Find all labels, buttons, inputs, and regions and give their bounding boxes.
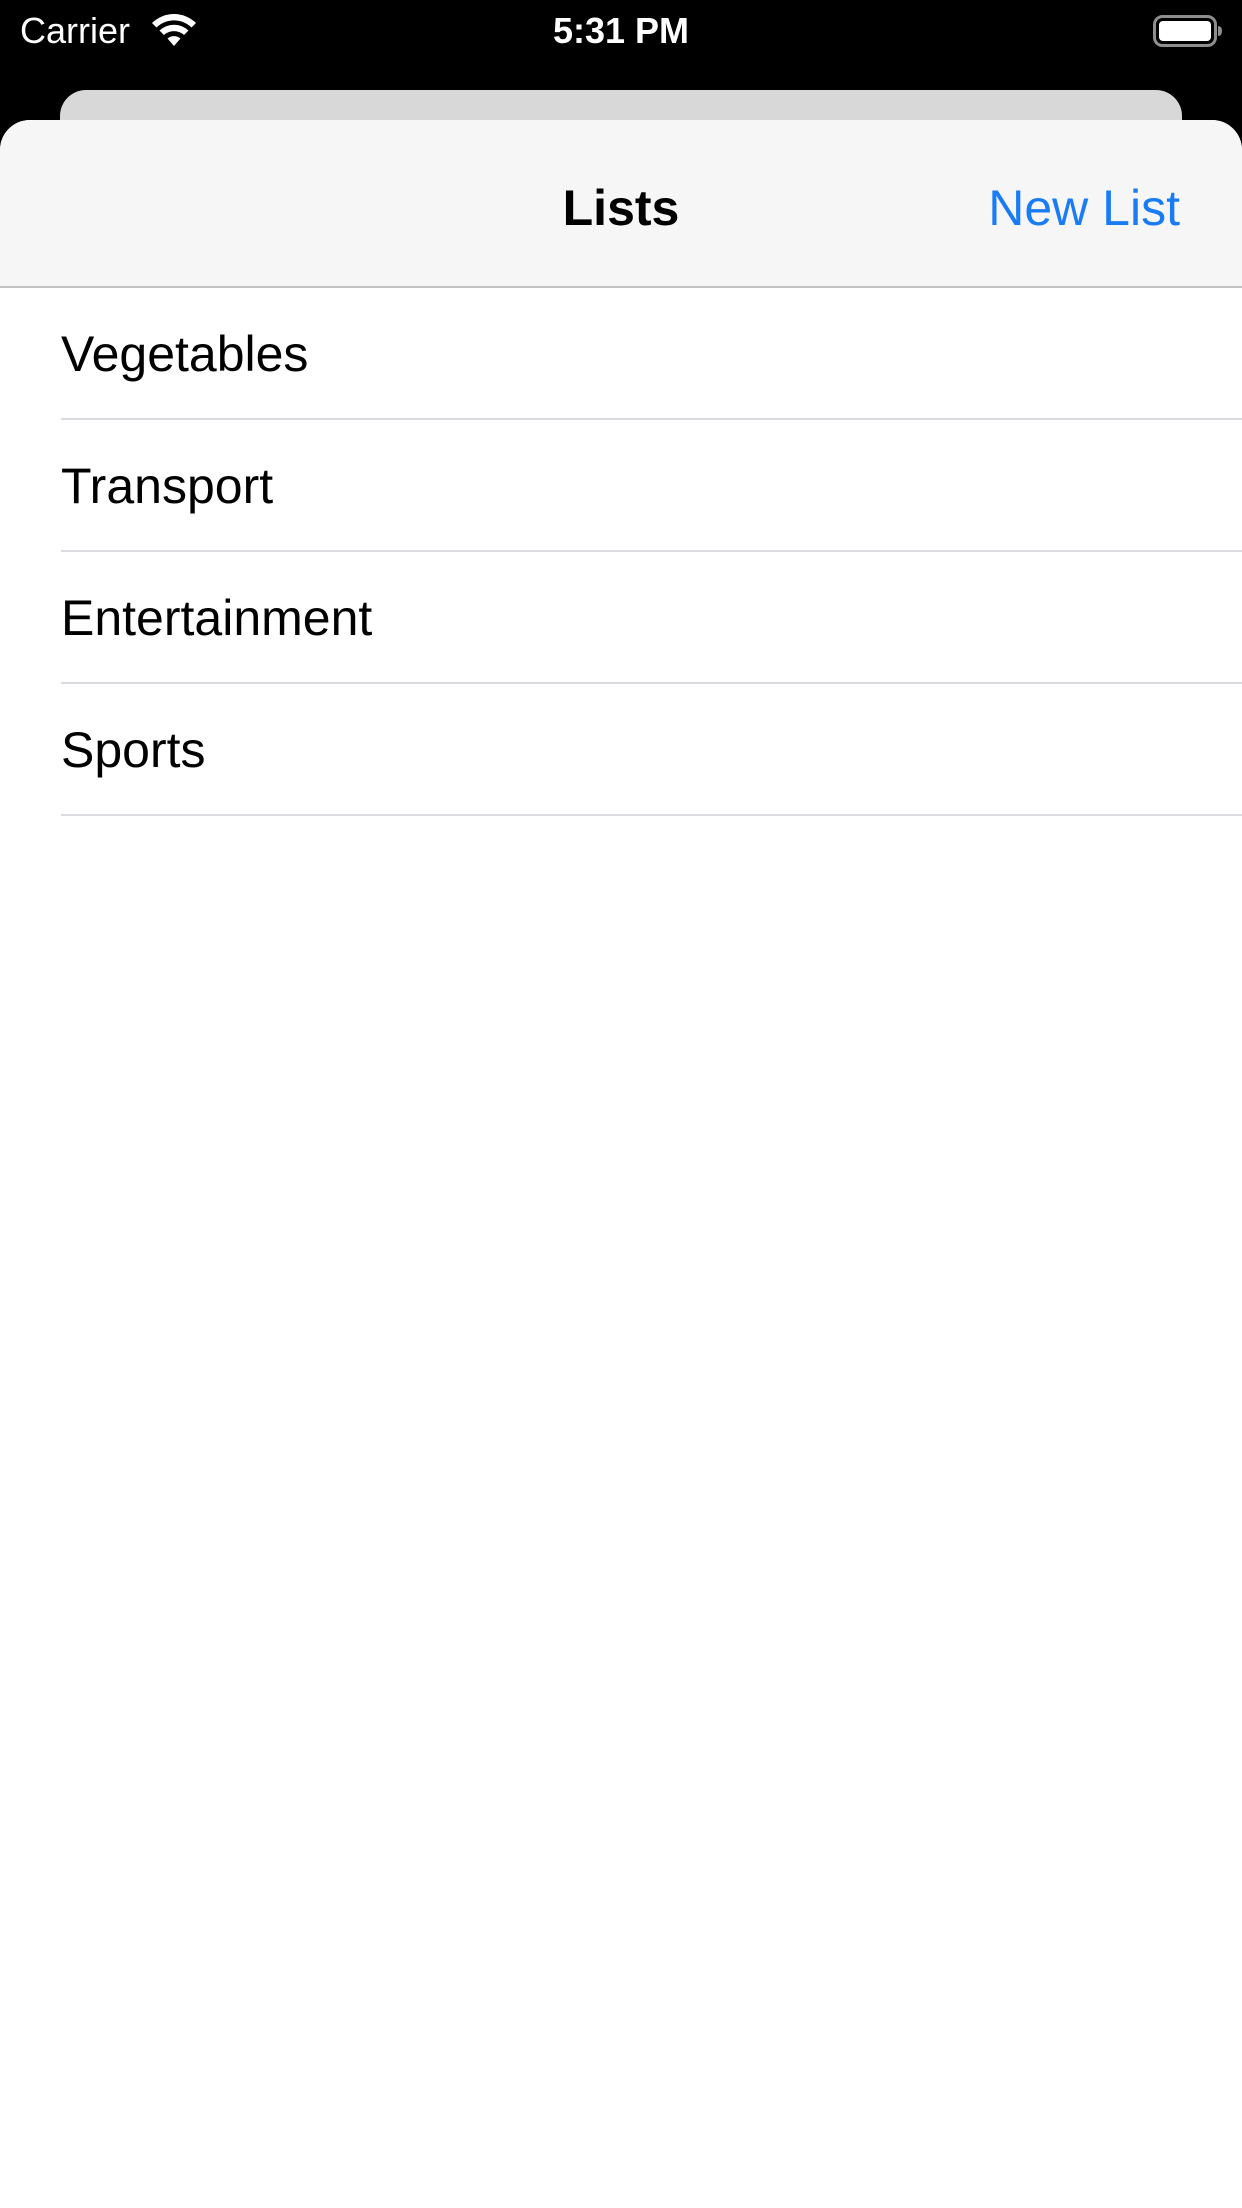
list-item-label: Sports bbox=[61, 722, 206, 778]
list-item-label: Entertainment bbox=[61, 590, 373, 646]
navigation-bar: Lists New List bbox=[0, 120, 1242, 288]
list-item[interactable]: Sports bbox=[0, 684, 1242, 816]
row-divider bbox=[61, 814, 1242, 816]
lists-table: Vegetables Transport Entertainment Sport… bbox=[0, 288, 1242, 816]
lists-sheet: Lists New List Vegetables Transport Ente… bbox=[0, 120, 1242, 2208]
list-item[interactable]: Vegetables bbox=[0, 288, 1242, 420]
new-list-button[interactable]: New List bbox=[988, 178, 1180, 238]
list-item-label: Transport bbox=[61, 458, 274, 514]
status-time: 5:31 PM bbox=[552, 10, 690, 51]
status-bar: Carrier 5:31 PM bbox=[0, 0, 1242, 62]
list-item[interactable]: Entertainment bbox=[0, 552, 1242, 684]
list-item[interactable]: Transport bbox=[0, 420, 1242, 552]
list-item-label: Vegetables bbox=[61, 326, 309, 382]
battery-icon bbox=[1153, 15, 1222, 47]
